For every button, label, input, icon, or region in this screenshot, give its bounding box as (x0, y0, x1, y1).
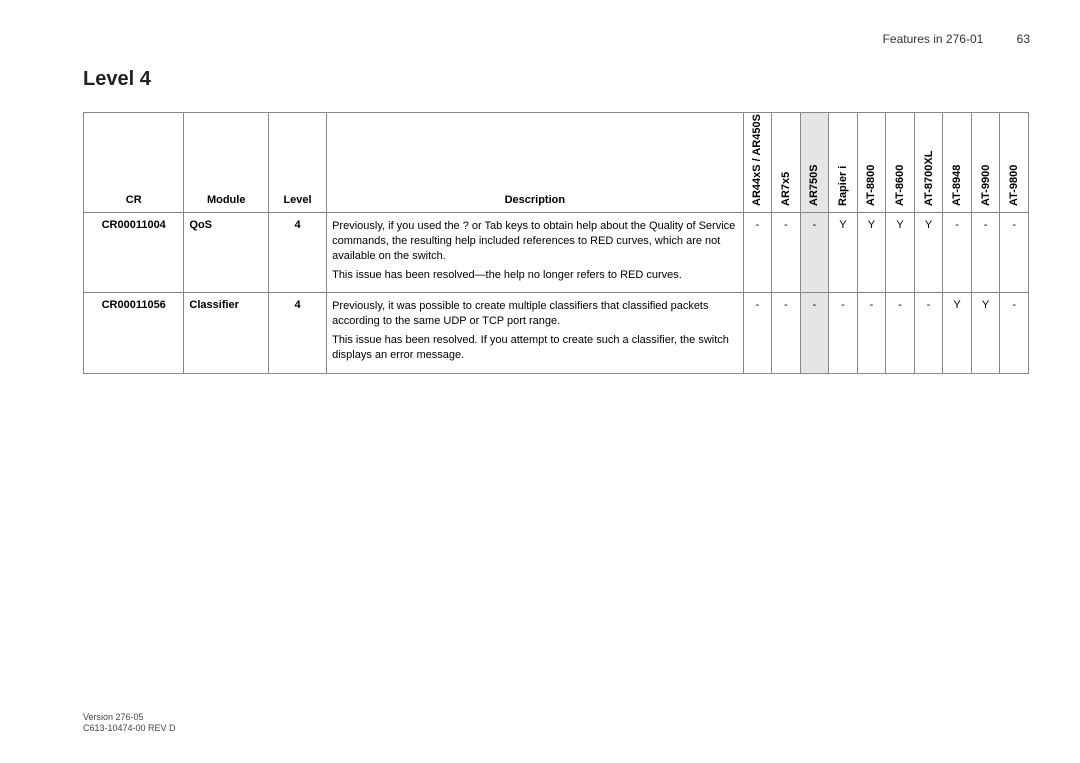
cell-cr: CR00011004 (84, 213, 184, 293)
col-header-device-3: Rapier i (829, 113, 858, 213)
cell-device: - (772, 293, 801, 373)
feature-table: CR Module Level Description AR44xS / AR4… (83, 112, 1029, 374)
cell-description: Previously, if you used the ? or Tab key… (327, 213, 743, 293)
cell-device: - (1000, 213, 1029, 293)
description-paragraph: This issue has been resolved—the help no… (332, 268, 737, 283)
cell-device: - (743, 213, 772, 293)
section-heading: Level 4 (83, 68, 151, 91)
cell-device: - (971, 213, 1000, 293)
cell-device: - (914, 293, 943, 373)
col-header-level: Level (268, 113, 326, 213)
col-header-device-5: AT-8600 (886, 113, 915, 213)
page-footer: Version 276-05 C613-10474-00 REV D (83, 712, 176, 735)
table-container: CR Module Level Description AR44xS / AR4… (83, 112, 1029, 374)
cell-device: Y (971, 293, 1000, 373)
col-header-cr: CR (84, 113, 184, 213)
table-body: CR00011004QoS4Previously, if you used th… (84, 213, 1029, 374)
cell-device: Y (857, 213, 886, 293)
cell-description: Previously, it was possible to create mu… (327, 293, 743, 373)
table-row: CR00011056Classifier4Previously, it was … (84, 293, 1029, 373)
cell-device: - (772, 213, 801, 293)
header-section: Features in 276-01 (883, 32, 984, 46)
cell-device: - (943, 213, 972, 293)
cell-device: - (886, 293, 915, 373)
cell-level: 4 (268, 293, 326, 373)
cell-device: - (1000, 293, 1029, 373)
cell-device: - (829, 293, 858, 373)
col-header-device-6: AT-8700XL (914, 113, 943, 213)
cell-device: Y (914, 213, 943, 293)
cell-device: Y (829, 213, 858, 293)
page-header: Features in 276-01 63 (883, 32, 1030, 46)
col-header-device-0: AR44xS / AR450S (743, 113, 772, 213)
col-header-device-9: AT-9800 (1000, 113, 1029, 213)
cell-device: - (800, 293, 829, 373)
page-number: 63 (1017, 32, 1030, 46)
col-header-device-8: AT-9900 (971, 113, 1000, 213)
cell-device: Y (886, 213, 915, 293)
cell-device: Y (943, 293, 972, 373)
footer-rev: C613-10474-00 REV D (83, 723, 176, 735)
col-header-description: Description (327, 113, 743, 213)
table-row: CR00011004QoS4Previously, if you used th… (84, 213, 1029, 293)
col-header-device-2: AR750S (800, 113, 829, 213)
cell-device: - (857, 293, 886, 373)
cell-device: - (800, 213, 829, 293)
col-header-module: Module (184, 113, 269, 213)
description-paragraph: Previously, it was possible to create mu… (332, 299, 737, 329)
cell-device: - (743, 293, 772, 373)
cell-module: Classifier (184, 293, 269, 373)
cell-cr: CR00011056 (84, 293, 184, 373)
col-header-device-4: AT-8800 (857, 113, 886, 213)
col-header-device-1: AR7x5 (772, 113, 801, 213)
cell-module: QoS (184, 213, 269, 293)
cell-level: 4 (268, 213, 326, 293)
col-header-device-7: AT-8948 (943, 113, 972, 213)
description-paragraph: This issue has been resolved. If you att… (332, 333, 737, 363)
description-paragraph: Previously, if you used the ? or Tab key… (332, 219, 737, 264)
table-header-row: CR Module Level Description AR44xS / AR4… (84, 113, 1029, 213)
footer-version: Version 276-05 (83, 712, 176, 724)
